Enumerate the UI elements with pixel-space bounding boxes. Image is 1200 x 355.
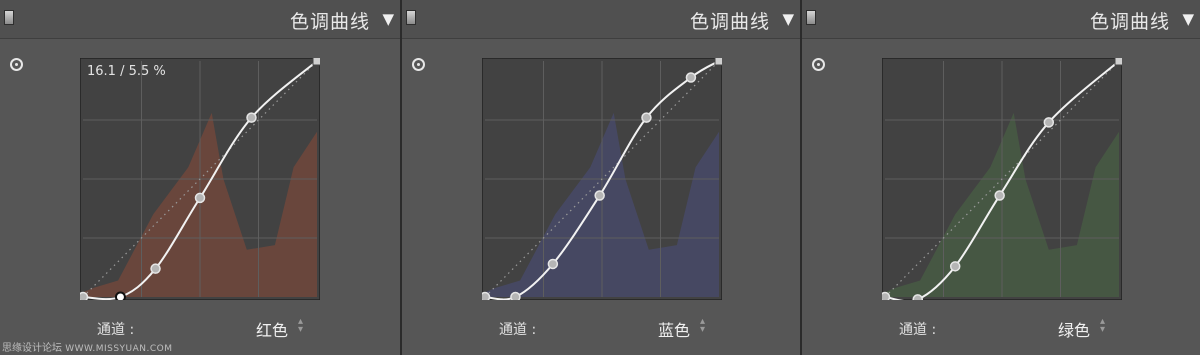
channel-label: 通道 : bbox=[499, 322, 537, 338]
tone-curve-panel-green: 色调曲线 ▼ 通道 : 绿色 ▴ ▾ bbox=[800, 0, 1200, 355]
curve-endpoint-handle bbox=[312, 58, 320, 66]
curve-point-selected bbox=[114, 291, 126, 300]
channel-select[interactable]: 蓝色 bbox=[658, 317, 690, 341]
channel-stepper-icon[interactable]: ▴ ▾ bbox=[298, 317, 303, 335]
curve-point bbox=[641, 112, 652, 123]
panel-header[interactable]: 色调曲线 ▼ bbox=[802, 0, 1200, 39]
curve-point bbox=[150, 263, 161, 274]
curve-point bbox=[882, 291, 891, 300]
curve-endpoint-handle bbox=[714, 58, 722, 66]
panel-toggle-icon[interactable] bbox=[406, 10, 416, 25]
panel-header[interactable]: 色调曲线 ▼ bbox=[402, 0, 800, 39]
curve-point bbox=[912, 294, 924, 300]
curve-point bbox=[194, 192, 206, 204]
curve-point bbox=[685, 72, 697, 83]
target-adjustment-icon[interactable] bbox=[10, 58, 23, 71]
channel-stepper-icon[interactable]: ▴ ▾ bbox=[700, 317, 705, 335]
curve-graph[interactable] bbox=[882, 58, 1122, 300]
panel-header[interactable]: 色调曲线 ▼ bbox=[0, 0, 400, 39]
curve-graph[interactable] bbox=[80, 58, 320, 300]
curve-point bbox=[80, 291, 89, 300]
channel-label: 通道 : bbox=[899, 322, 937, 338]
curve-endpoint-handle bbox=[1114, 58, 1122, 66]
curve-point bbox=[949, 261, 961, 272]
curve-readout: 16.1 / 5.5 % bbox=[87, 64, 166, 79]
channel-stepper-icon[interactable]: ▴ ▾ bbox=[1100, 317, 1105, 335]
curve-point bbox=[510, 291, 521, 300]
watermark: 思缘设计论坛 WWW.MISSYUAN.COM bbox=[2, 339, 173, 354]
tone-curve-panel-red: 色调曲线 ▼ 16.1 / 5.5 % 通道 : 红色 ▴ ▾ 思缘设计论坛 WW… bbox=[0, 0, 400, 355]
curve-point bbox=[1043, 117, 1055, 128]
curve-point bbox=[246, 112, 257, 123]
channel-select[interactable]: 绿色 bbox=[1058, 317, 1090, 341]
panel-toggle-icon[interactable] bbox=[806, 10, 816, 25]
panel-toggle-icon[interactable] bbox=[4, 10, 14, 25]
watermark-site: WWW.MISSYUAN.COM bbox=[65, 344, 173, 354]
curve-point bbox=[994, 190, 1005, 201]
collapse-triangle-icon[interactable]: ▼ bbox=[782, 10, 794, 28]
tone-curve-panel-blue: 色调曲线 ▼ 通道 : 蓝色 ▴ ▾ bbox=[400, 0, 800, 355]
curve-point bbox=[482, 291, 491, 300]
channel-select[interactable]: 红色 bbox=[256, 317, 288, 341]
panel-title: 色调曲线 bbox=[289, 11, 370, 33]
panel-title: 色调曲线 bbox=[689, 11, 770, 33]
panel-title: 色调曲线 bbox=[1089, 11, 1170, 33]
watermark-text: 思缘设计论坛 bbox=[2, 343, 62, 354]
curve-point bbox=[594, 190, 605, 201]
channel-label: 通道 : bbox=[97, 322, 135, 338]
target-adjustment-icon[interactable] bbox=[812, 58, 825, 71]
target-adjustment-icon[interactable] bbox=[412, 58, 425, 71]
curve-graph[interactable] bbox=[482, 58, 722, 300]
collapse-triangle-icon[interactable]: ▼ bbox=[382, 10, 394, 28]
curve-point bbox=[547, 258, 559, 270]
collapse-triangle-icon[interactable]: ▼ bbox=[1182, 10, 1194, 28]
